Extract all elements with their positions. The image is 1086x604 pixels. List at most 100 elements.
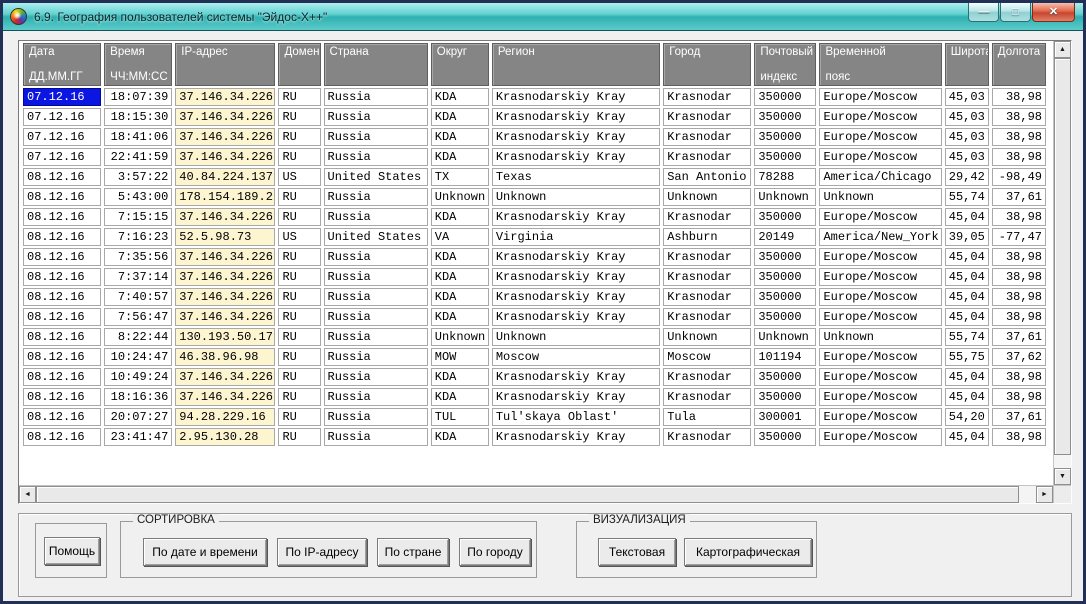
cell-lat[interactable]: 45,04 bbox=[945, 308, 989, 326]
cell-lat[interactable]: 55,74 bbox=[945, 328, 989, 346]
cell-date[interactable]: 08.12.16 bbox=[23, 328, 101, 346]
cell-domain[interactable]: RU bbox=[278, 148, 320, 166]
cell-ip[interactable]: 37.146.34.226 bbox=[175, 268, 275, 286]
cell-date[interactable]: 07.12.16 bbox=[23, 88, 101, 106]
cell-postal[interactable]: Unknown bbox=[754, 188, 816, 206]
cell-time[interactable]: 18:16:36 bbox=[104, 388, 172, 406]
cell-lon[interactable]: 38,98 bbox=[992, 128, 1046, 146]
cell-timezone[interactable]: America/New_York bbox=[819, 228, 941, 246]
scroll-up-button[interactable]: ▲ bbox=[1054, 41, 1071, 58]
column-header-region[interactable]: Регион bbox=[492, 43, 660, 86]
cell-city[interactable]: Krasnodar bbox=[663, 428, 751, 446]
cell-region[interactable]: Virginia bbox=[492, 228, 660, 246]
cell-time[interactable]: 7:15:15 bbox=[104, 208, 172, 226]
cell-district[interactable]: Unknown bbox=[431, 188, 489, 206]
close-button[interactable]: ✕ bbox=[1032, 3, 1075, 22]
cell-ip[interactable]: 130.193.50.17 bbox=[175, 328, 275, 346]
cell-city[interactable]: Krasnodar bbox=[663, 268, 751, 286]
cell-postal[interactable]: 350000 bbox=[754, 288, 816, 306]
cell-domain[interactable]: RU bbox=[278, 128, 320, 146]
cell-date[interactable]: 07.12.16 bbox=[23, 128, 101, 146]
cell-time[interactable]: 18:41:06 bbox=[104, 128, 172, 146]
cell-postal[interactable]: 350000 bbox=[754, 88, 816, 106]
cell-country[interactable]: Russia bbox=[324, 428, 428, 446]
cell-domain[interactable]: RU bbox=[278, 268, 320, 286]
cell-ip[interactable]: 37.146.34.226 bbox=[175, 108, 275, 126]
cell-lon[interactable]: 38,98 bbox=[992, 308, 1046, 326]
cell-domain[interactable]: US bbox=[278, 228, 320, 246]
cell-lat[interactable]: 39,05 bbox=[945, 228, 989, 246]
cell-lat[interactable]: 45,04 bbox=[945, 388, 989, 406]
cell-city[interactable]: Krasnodar bbox=[663, 208, 751, 226]
column-header-lat[interactable]: Широта bbox=[945, 43, 989, 86]
cell-ip[interactable]: 40.84.224.137 bbox=[175, 168, 275, 186]
cell-country[interactable]: Russia bbox=[324, 88, 428, 106]
cell-district[interactable]: Unknown bbox=[431, 328, 489, 346]
cell-ip[interactable]: 178.154.189.2 bbox=[175, 188, 275, 206]
cell-city[interactable]: Unknown bbox=[663, 188, 751, 206]
cell-country[interactable]: Russia bbox=[324, 148, 428, 166]
cell-date[interactable]: 08.12.16 bbox=[23, 268, 101, 286]
cell-district[interactable]: KDA bbox=[431, 88, 489, 106]
cell-time[interactable]: 3:57:22 bbox=[104, 168, 172, 186]
cell-timezone[interactable]: Europe/Moscow bbox=[819, 268, 941, 286]
cell-region[interactable]: Moscow bbox=[492, 348, 660, 366]
cell-time[interactable]: 10:24:47 bbox=[104, 348, 172, 366]
cell-date[interactable]: 08.12.16 bbox=[23, 168, 101, 186]
cell-date[interactable]: 08.12.16 bbox=[23, 308, 101, 326]
cell-ip[interactable]: 37.146.34.226 bbox=[175, 308, 275, 326]
cell-lat[interactable]: 55,74 bbox=[945, 188, 989, 206]
app-icon[interactable] bbox=[10, 8, 27, 25]
cell-region[interactable]: Krasnodarskiy Kray bbox=[492, 428, 660, 446]
cell-lat[interactable]: 45,04 bbox=[945, 208, 989, 226]
cell-lat[interactable]: 45,04 bbox=[945, 268, 989, 286]
cell-time[interactable]: 18:07:39 bbox=[104, 88, 172, 106]
cell-lon[interactable]: -98,49 bbox=[992, 168, 1046, 186]
cell-timezone[interactable]: Europe/Moscow bbox=[819, 308, 941, 326]
cell-district[interactable]: MOW bbox=[431, 348, 489, 366]
cell-postal[interactable]: 350000 bbox=[754, 128, 816, 146]
cell-lat[interactable]: 45,04 bbox=[945, 428, 989, 446]
cell-lon[interactable]: 37,61 bbox=[992, 408, 1046, 426]
vertical-scroll-thumb[interactable] bbox=[1054, 58, 1071, 455]
cell-city[interactable]: Krasnodar bbox=[663, 248, 751, 266]
cell-domain[interactable]: RU bbox=[278, 388, 320, 406]
cell-time[interactable]: 18:15:30 bbox=[104, 108, 172, 126]
cell-lat[interactable]: 45,04 bbox=[945, 368, 989, 386]
cell-domain[interactable]: RU bbox=[278, 328, 320, 346]
cell-country[interactable]: Russia bbox=[324, 388, 428, 406]
cell-time[interactable]: 7:16:23 bbox=[104, 228, 172, 246]
cell-date[interactable]: 08.12.16 bbox=[23, 408, 101, 426]
cell-lon[interactable]: 37,62 bbox=[992, 348, 1046, 366]
cell-district[interactable]: KDA bbox=[431, 428, 489, 446]
cell-district[interactable]: KDA bbox=[431, 148, 489, 166]
sort-by-country-button[interactable]: По стране bbox=[377, 538, 449, 566]
cell-ip[interactable]: 37.146.34.226 bbox=[175, 208, 275, 226]
cell-lon[interactable]: 38,98 bbox=[992, 148, 1046, 166]
cell-ip[interactable]: 37.146.34.226 bbox=[175, 368, 275, 386]
cell-city[interactable]: Krasnodar bbox=[663, 88, 751, 106]
cell-region[interactable]: Krasnodarskiy Kray bbox=[492, 288, 660, 306]
cell-postal[interactable]: 350000 bbox=[754, 148, 816, 166]
cell-postal[interactable]: 78288 bbox=[754, 168, 816, 186]
cell-date[interactable]: 08.12.16 bbox=[23, 248, 101, 266]
cell-domain[interactable]: RU bbox=[278, 428, 320, 446]
cell-lon[interactable]: 37,61 bbox=[992, 328, 1046, 346]
cell-timezone[interactable]: Unknown bbox=[819, 188, 941, 206]
cell-district[interactable]: KDA bbox=[431, 368, 489, 386]
cell-date[interactable]: 08.12.16 bbox=[23, 188, 101, 206]
cell-region[interactable]: Krasnodarskiy Kray bbox=[492, 208, 660, 226]
sort-by-city-button[interactable]: По городу bbox=[459, 538, 531, 566]
column-header-lon[interactable]: Долгота bbox=[992, 43, 1046, 86]
cell-lon[interactable]: 38,98 bbox=[992, 88, 1046, 106]
cell-postal[interactable]: 350000 bbox=[754, 368, 816, 386]
cell-domain[interactable]: RU bbox=[278, 108, 320, 126]
cell-domain[interactable]: US bbox=[278, 168, 320, 186]
cell-postal[interactable]: 350000 bbox=[754, 308, 816, 326]
cell-timezone[interactable]: Europe/Moscow bbox=[819, 408, 941, 426]
cell-time[interactable]: 7:37:14 bbox=[104, 268, 172, 286]
help-button[interactable]: Помощь bbox=[44, 537, 100, 565]
cell-postal[interactable]: 300001 bbox=[754, 408, 816, 426]
cell-city[interactable]: Moscow bbox=[663, 348, 751, 366]
cell-domain[interactable]: RU bbox=[278, 208, 320, 226]
